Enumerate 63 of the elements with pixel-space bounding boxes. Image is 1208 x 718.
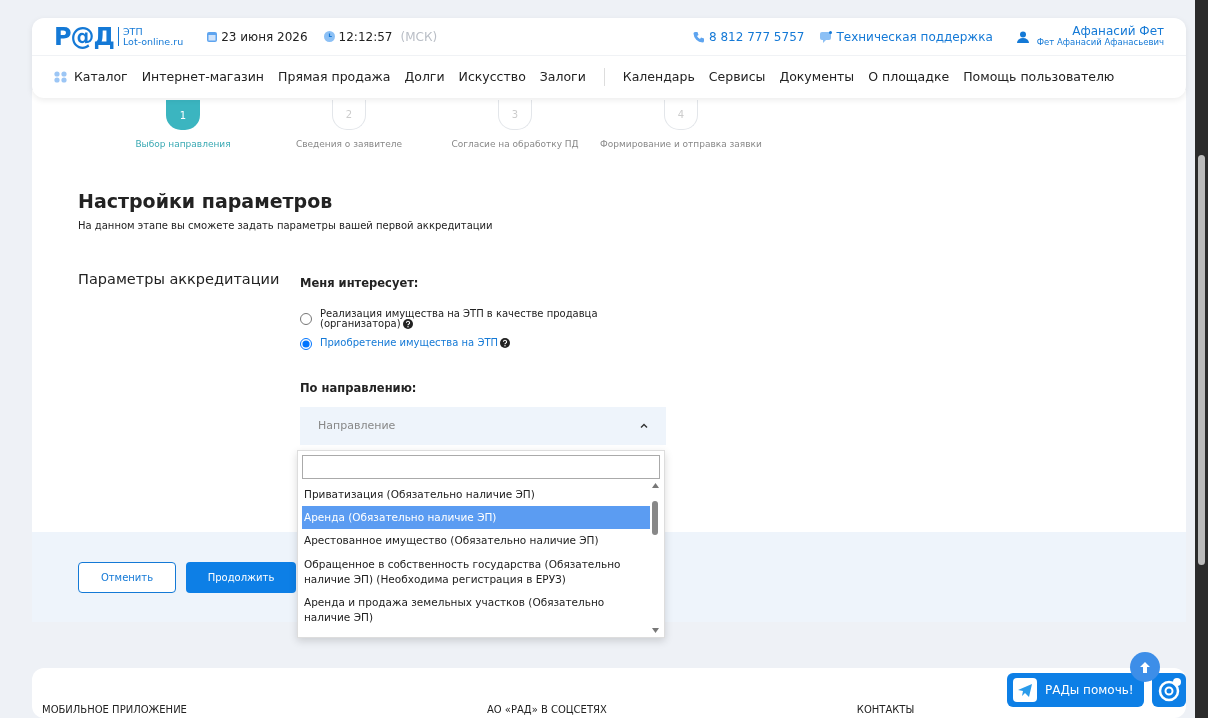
- dropdown-scrollbar[interactable]: [650, 483, 660, 633]
- phone-icon: [693, 30, 705, 43]
- logo-caption: ЭТП: [122, 26, 144, 37]
- dropdown-option[interactable]: Арестованное имущество (Обязательно наличие ЭП): [302, 529, 650, 553]
- step-label: Выбор направления: [135, 138, 231, 151]
- step-label: Формирование и отправка заявки: [600, 138, 762, 151]
- page-subtitle: На данном этапе вы сможете задать параметры вашей первой аккредитации: [78, 219, 494, 234]
- cancel-button[interactable]: Отменить: [78, 561, 176, 593]
- nav-link[interactable]: Искусство: [458, 67, 526, 87]
- dropdown-option[interactable]: Приватизация (Обязательно наличие ЭП): [302, 483, 650, 507]
- clock-icon: [323, 31, 335, 42]
- logo-site[interactable]: Lot-online.ru: [122, 36, 184, 47]
- radio-button[interactable]: [300, 313, 312, 326]
- dropdown-option[interactable]: Аренда и продажа земельных участков (Обязательно наличие ЭП): [302, 591, 650, 630]
- nav-link[interactable]: Помощь пользователю: [963, 67, 1115, 87]
- section-label: Параметры аккредитации: [78, 270, 281, 290]
- user-name[interactable]: Афанасий Фет: [1036, 25, 1164, 39]
- date-text: 23 июня 2026: [221, 28, 308, 46]
- footer-heading: АО «РАД» В СОЦСЕТЯХ: [486, 703, 607, 717]
- step-label: Согласие на обработку ПД: [451, 138, 579, 151]
- scrollbar[interactable]: [1195, 0, 1208, 718]
- calendar-icon: [207, 31, 218, 42]
- help-icon[interactable]: [500, 338, 510, 349]
- time-text: 12:12:57: [338, 28, 393, 46]
- help-icon[interactable]: [402, 319, 413, 330]
- footer-heading: МОБИЛЬНОЕ ПРИЛОЖЕНИЕ: [42, 703, 187, 717]
- radio-label[interactable]: Приобретение имущества на ЭТП: [320, 338, 510, 349]
- chat-icon: [820, 30, 833, 43]
- support-link[interactable]: Техническая поддержка: [836, 27, 993, 46]
- search-field[interactable]: [302, 455, 660, 479]
- nav-link[interactable]: Прямая продажа: [278, 67, 391, 87]
- footer-heading: КОНТАКТЫ: [856, 703, 915, 717]
- timezone-text: (МСК): [400, 28, 438, 46]
- radio-label[interactable]: Реализация имущества на ЭТП в качестве продавца (организатора): [320, 308, 620, 330]
- nav-link[interactable]: Интернет-магазин: [141, 67, 265, 87]
- nav-link[interactable]: Залоги: [539, 67, 586, 87]
- user-full-name: Фет Афанасий Афанасьевич: [1036, 38, 1164, 48]
- scrollbar-thumb[interactable]: [1198, 155, 1205, 565]
- send-icon: [1013, 678, 1037, 702]
- nav-link[interactable]: Документы: [779, 67, 855, 87]
- scroll-top-button[interactable]: [1130, 652, 1160, 682]
- phone-link[interactable]: 8 812 777 5757: [709, 27, 805, 46]
- step-number: 1: [166, 100, 200, 130]
- chevron-up-icon: [640, 423, 648, 429]
- nav-link[interactable]: Долги: [404, 67, 445, 87]
- continue-button[interactable]: Продолжить: [186, 561, 296, 593]
- dropdown-option[interactable]: Обращенное в собственность государства (Обязательно наличие ЭП) (Необходима регистрация в ЕРУЗ): [302, 552, 650, 592]
- page-title: Настройки параметров: [78, 189, 334, 213]
- user-icon: [1016, 30, 1029, 43]
- scroll-up-icon: [651, 483, 659, 488]
- logo-mark[interactable]: Р@Д: [54, 24, 114, 49]
- chat-button[interactable]: РАДы помочь!: [1007, 673, 1144, 707]
- nav-link[interactable]: О площадке: [868, 67, 950, 87]
- nav-link[interactable]: Календарь: [622, 67, 695, 87]
- scroll-down-icon: [651, 628, 659, 633]
- nav-link[interactable]: Каталог: [74, 67, 128, 87]
- field-label: По направлению:: [300, 379, 418, 397]
- radio-button[interactable]: [300, 337, 312, 350]
- step-label: Сведения о заявителе: [295, 138, 403, 151]
- dropdown-scrollbar-thumb[interactable]: [652, 501, 658, 535]
- arrow-up-icon: [1139, 660, 1151, 674]
- field-label: Меня интересует:: [300, 275, 420, 293]
- nav-link[interactable]: Сервисы: [708, 67, 766, 87]
